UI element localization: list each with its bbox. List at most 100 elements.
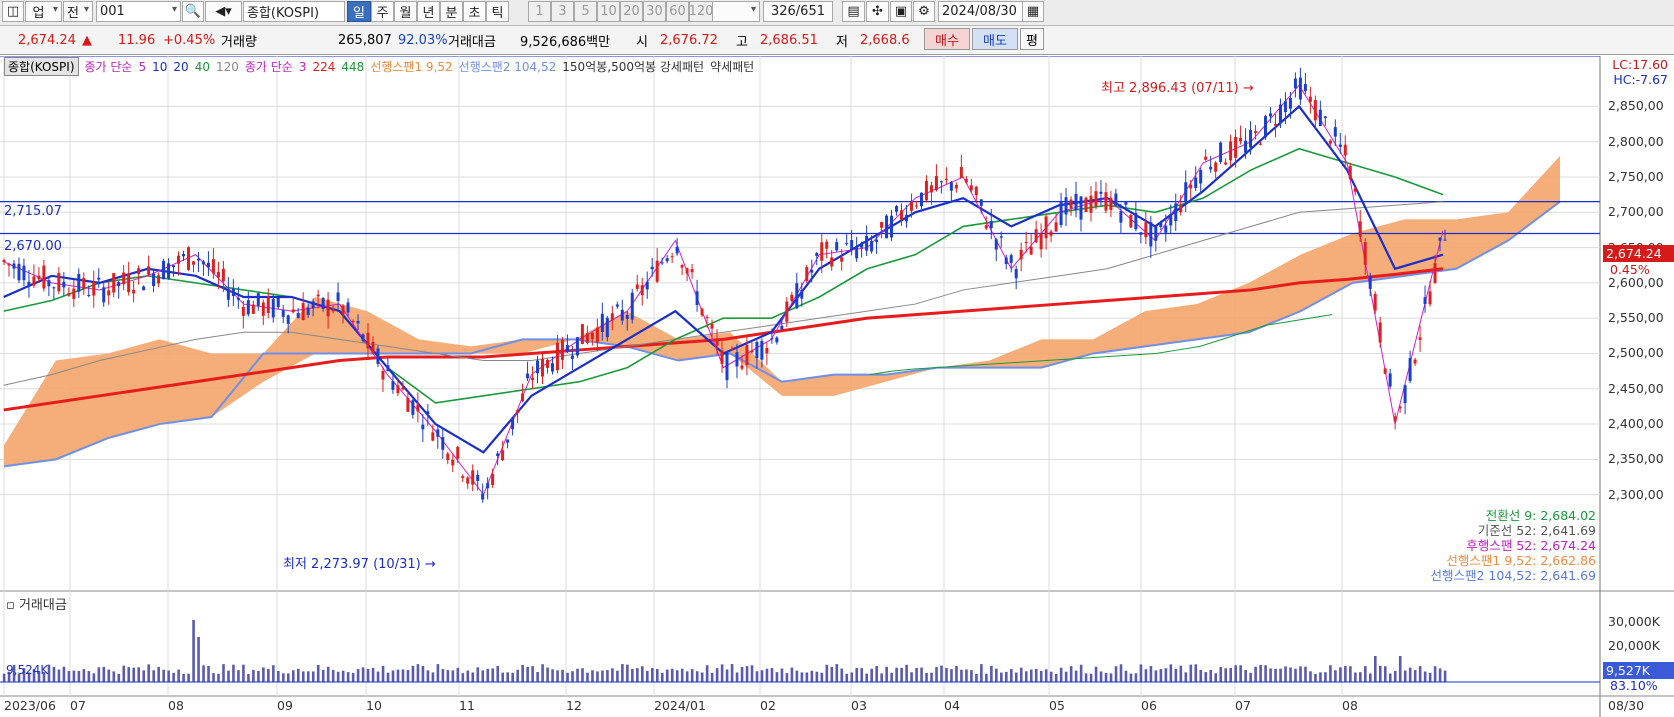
candle-body <box>1393 416 1397 422</box>
candle-body <box>62 281 66 288</box>
interval-button-10[interactable]: 10 <box>597 1 620 22</box>
crosshair-icon[interactable]: ✣ <box>866 1 889 22</box>
period-button-2[interactable]: 월 <box>394 1 417 22</box>
volume-bar <box>1029 669 1033 682</box>
period-button-5[interactable]: 초 <box>463 1 486 22</box>
candle-body <box>959 167 963 179</box>
interval-button-5[interactable]: 5 <box>574 1 597 22</box>
volume-bar <box>1214 673 1218 682</box>
volume-bar <box>371 667 375 682</box>
candle-body <box>346 302 350 313</box>
volume-bar <box>641 666 644 682</box>
candle-body <box>236 298 240 300</box>
avg-button[interactable]: 평 <box>1020 28 1044 50</box>
candle-body <box>735 352 739 367</box>
candle-body <box>1239 137 1243 142</box>
buy-button[interactable]: 매수 <box>924 28 970 50</box>
interval-dropdown[interactable] <box>712 1 760 22</box>
volume-bar <box>376 671 380 682</box>
interval-button-60[interactable]: 60 <box>666 1 689 22</box>
candle-body <box>311 301 315 309</box>
candle-body <box>895 206 899 212</box>
volume-bar <box>1304 666 1307 682</box>
hline-label-1: 2,715.07 <box>4 204 62 219</box>
interval-button-20[interactable]: 20 <box>620 1 643 22</box>
volume-bar <box>267 668 270 682</box>
volume-bar <box>830 666 834 682</box>
candle-body <box>1104 192 1108 211</box>
gear-icon[interactable]: ⚙ <box>913 1 935 22</box>
interval-button-30[interactable]: 30 <box>643 1 666 22</box>
period-button-0[interactable]: 일 <box>347 1 371 22</box>
candle-body <box>615 304 619 307</box>
candle-body <box>690 269 694 273</box>
candle-body <box>226 289 230 300</box>
volume-bar <box>222 664 225 682</box>
x-tick-label: 03 <box>851 698 867 713</box>
candle-body <box>665 258 669 262</box>
price-chart[interactable] <box>0 56 1674 717</box>
period-button-6[interactable]: 틱 <box>486 1 509 22</box>
candle-body <box>461 476 465 478</box>
prev-select[interactable]: 전 <box>63 1 93 22</box>
candle-body <box>481 493 485 500</box>
senkou-b-value: 선행스팬2 104,52: 2,641.69 <box>1430 568 1596 583</box>
candle-icon[interactable]: ▤ <box>842 1 865 22</box>
x-tick-label: 07 <box>1235 698 1251 713</box>
volume-bar <box>132 667 136 682</box>
candle-body <box>1034 229 1038 243</box>
candle-body <box>1418 337 1422 340</box>
volume-bar <box>127 667 131 682</box>
save-icon[interactable]: ▣ <box>890 1 912 22</box>
low-label: 저 <box>836 34 848 50</box>
code-input[interactable]: 001 <box>96 1 181 22</box>
volume-bar <box>1428 672 1432 682</box>
interval-button-1[interactable]: 1 <box>528 1 551 22</box>
vol-tick-30000: 30,000K <box>1608 614 1660 629</box>
volume-bar <box>461 673 465 682</box>
volume-bar <box>406 670 410 682</box>
sound-icon[interactable]: ◀▾ <box>205 1 242 22</box>
candle-body <box>57 273 61 292</box>
candle-body <box>1194 177 1198 189</box>
candle-body <box>939 181 943 183</box>
layout-icon[interactable]: ◫ <box>2 1 24 22</box>
volume-bar <box>670 668 674 682</box>
period-button-1[interactable]: 주 <box>371 1 394 22</box>
volume-bar <box>920 667 923 682</box>
volume-bar <box>626 664 629 682</box>
candle-body <box>625 314 629 319</box>
volume-bar <box>1094 666 1098 682</box>
interval-button-120[interactable]: 120 <box>689 1 713 22</box>
volume-bar <box>606 670 609 682</box>
market-type-select[interactable]: 업 <box>25 1 62 22</box>
volume-bar <box>975 673 978 682</box>
candle-body <box>1109 197 1113 211</box>
period-button-3[interactable]: 년 <box>417 1 440 22</box>
search-icon[interactable]: 🔍 <box>182 1 204 22</box>
candle-body <box>491 473 495 485</box>
volume-bar <box>665 669 669 682</box>
volume-bar <box>745 666 749 682</box>
date-field[interactable]: 2024/08/30 <box>938 1 1023 22</box>
interval-button-3[interactable]: 3 <box>551 1 574 22</box>
candle-body <box>740 365 744 369</box>
volume-bar <box>890 672 893 682</box>
candle-body <box>835 242 839 251</box>
candle-body <box>426 411 430 415</box>
candle-body <box>117 282 121 287</box>
amount-label: 거래대금 <box>448 34 496 50</box>
candle-body <box>919 192 923 207</box>
legend-name[interactable]: 종합(KOSPI) <box>4 57 79 76</box>
volume-bar <box>1259 664 1262 682</box>
candle-body <box>1278 104 1282 124</box>
candle-body <box>580 324 584 344</box>
candle-body <box>810 269 814 273</box>
quote-bar: 2,674.24 ▲ 11.96 +0.45% 거래량 265,807 92.0… <box>0 26 1674 55</box>
volume-bar <box>1154 670 1158 682</box>
calendar-icon[interactable]: ▦ <box>1022 1 1044 22</box>
sell-button[interactable]: 매도 <box>972 28 1018 50</box>
name-field[interactable]: 종합(KOSPI) <box>243 1 345 22</box>
period-button-4[interactable]: 분 <box>440 1 463 22</box>
candle-body <box>1373 293 1377 311</box>
